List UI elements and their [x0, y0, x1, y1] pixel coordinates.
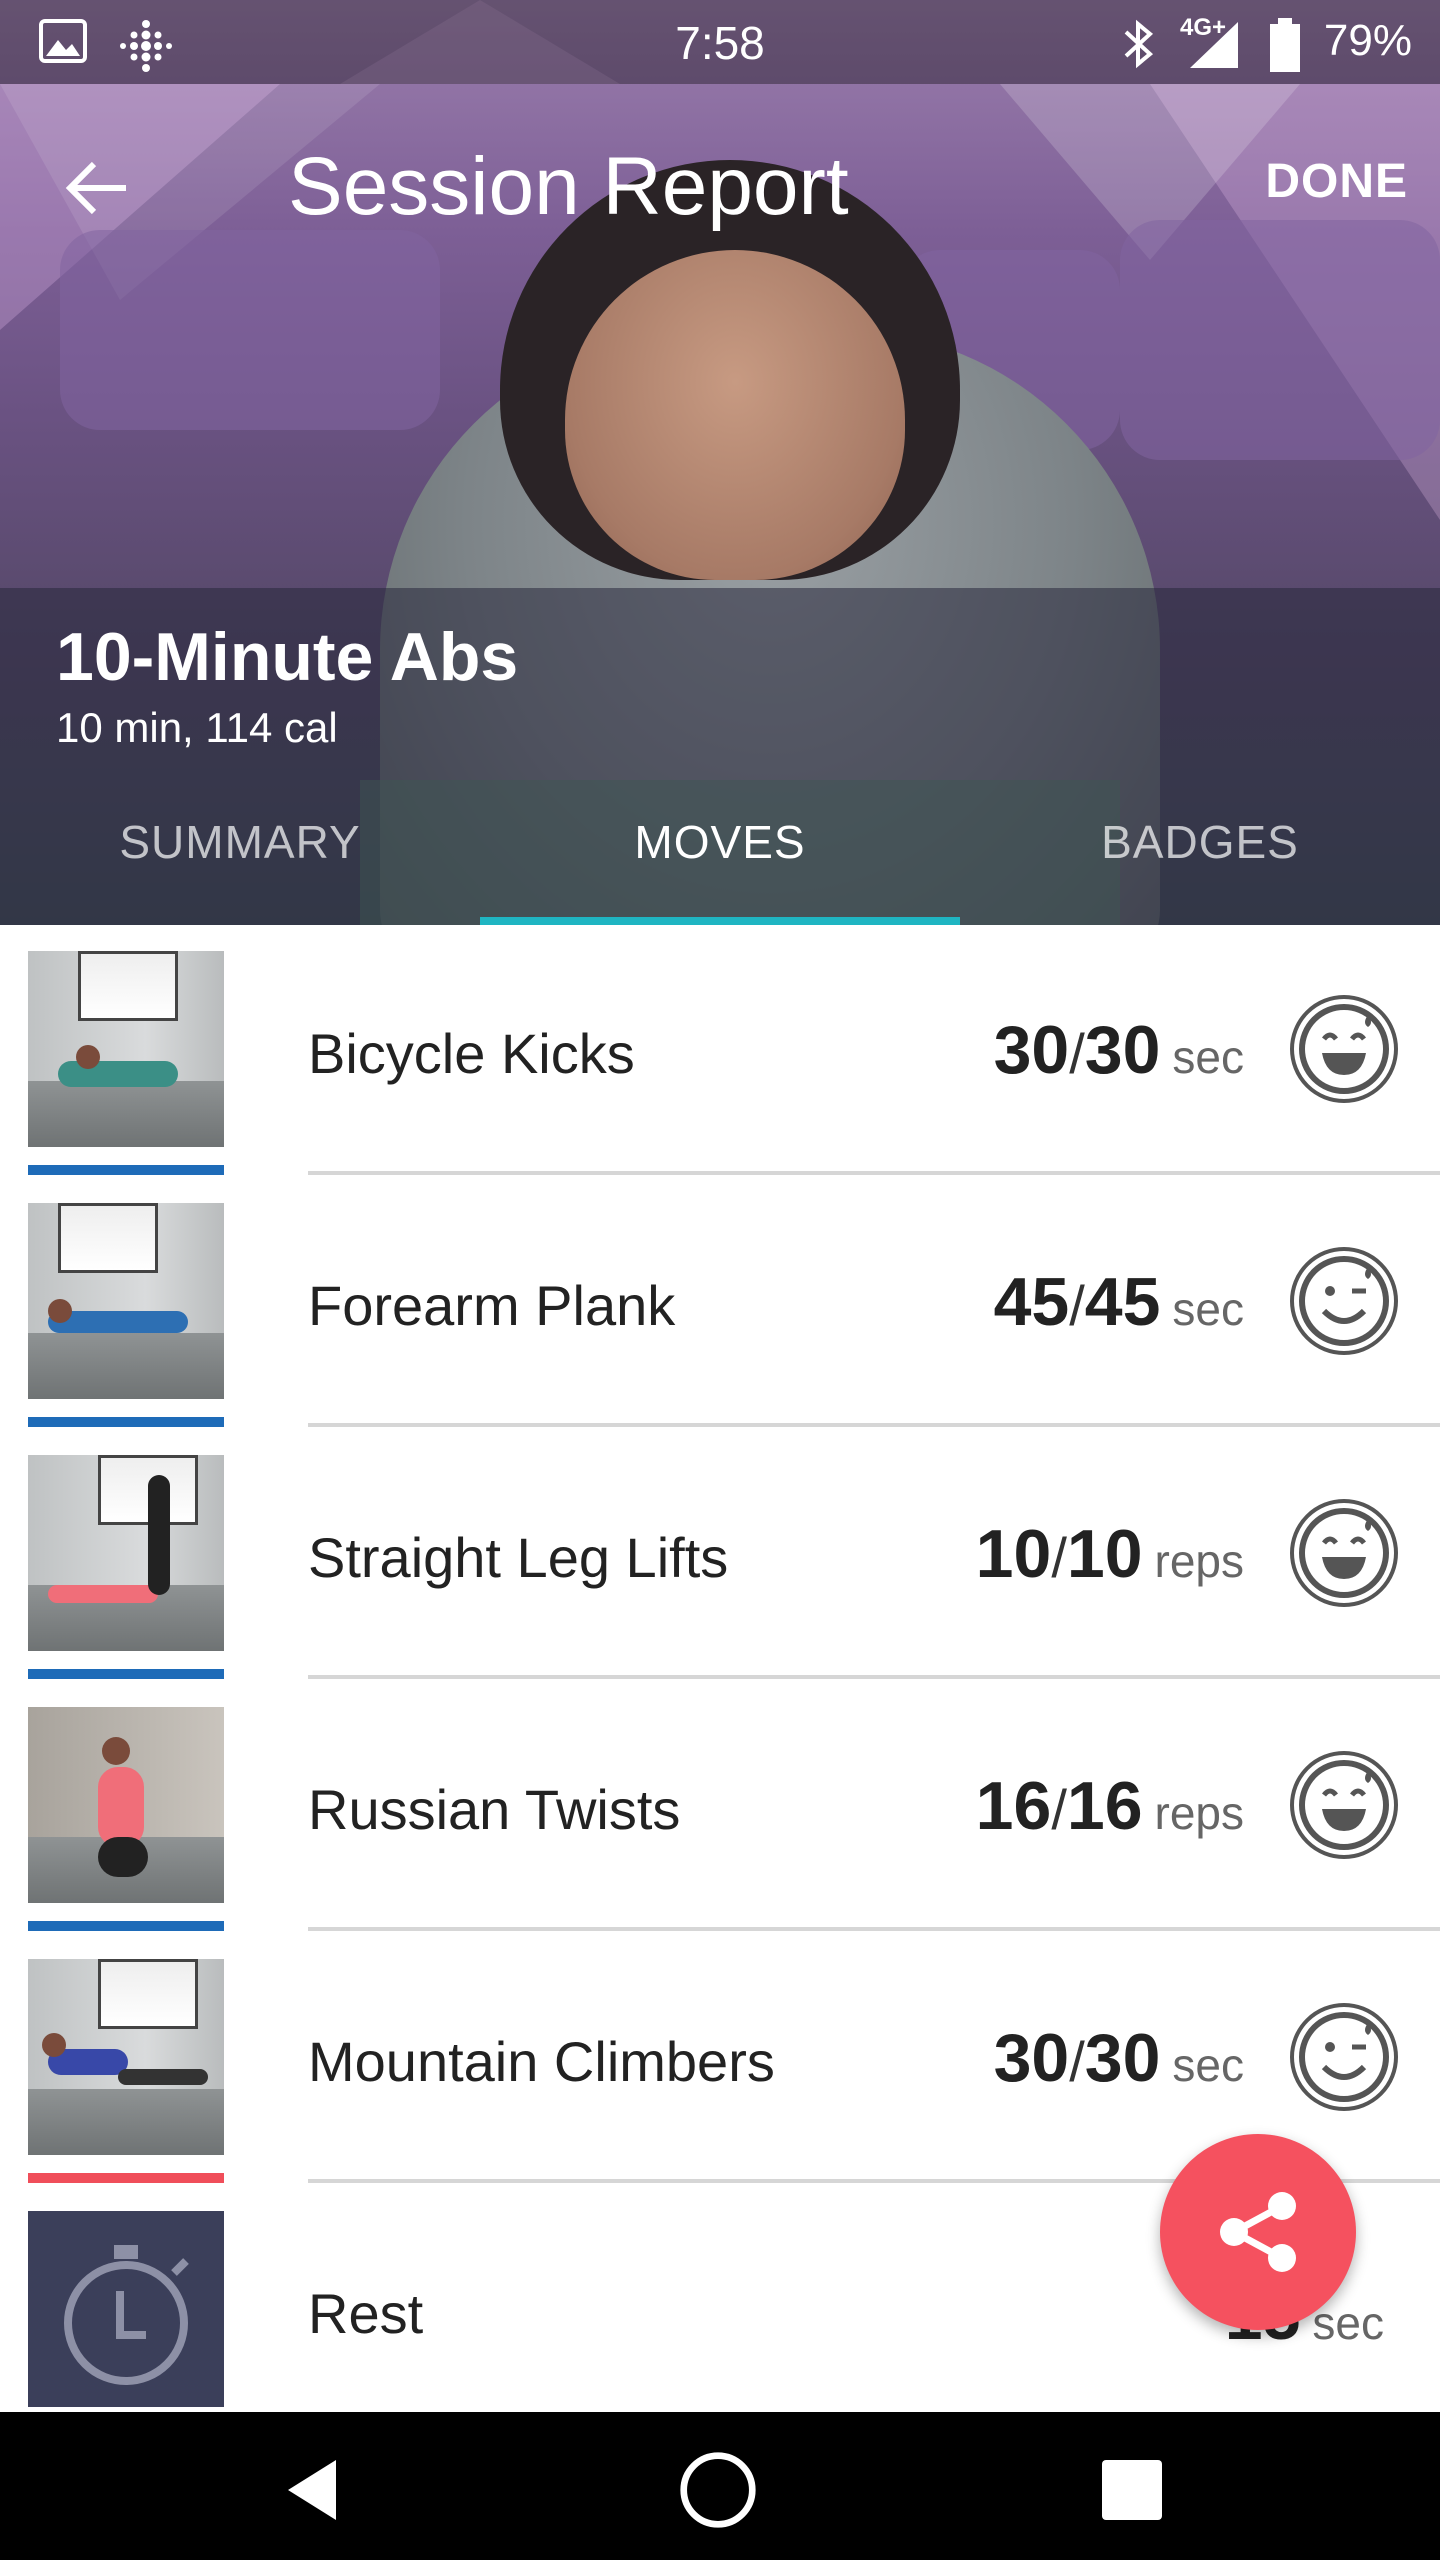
move-name: Russian Twists: [308, 1778, 681, 1841]
list-item[interactable]: Forearm Plank 45/45 sec: [0, 1177, 1440, 1429]
move-name: Forearm Plank: [308, 1274, 676, 1337]
stopwatch-icon: [64, 2245, 189, 2385]
share-button[interactable]: [1160, 2134, 1356, 2330]
move-thumbnail: [28, 951, 224, 1147]
sofa-cushion: [1120, 220, 1440, 460]
winking-face-icon[interactable]: [1288, 1245, 1400, 1357]
done-button[interactable]: DONE: [1265, 154, 1408, 209]
battery-icon: [1270, 18, 1300, 72]
divider: [308, 1171, 1440, 1175]
move-progress-bar: [28, 1165, 224, 1175]
move-name: Rest: [308, 2282, 424, 2345]
tab-summary[interactable]: SUMMARY: [0, 815, 480, 869]
tab-moves[interactable]: MOVES: [480, 815, 960, 869]
move-thumbnail: [28, 1959, 224, 2155]
back-triangle-icon[interactable]: [276, 2450, 356, 2530]
move-progress-bar: [28, 1417, 224, 1427]
status-bar: 7:58 4G+ 79%: [0, 0, 1440, 84]
tab-badges[interactable]: BADGES: [960, 815, 1440, 869]
tab-indicator: [480, 917, 960, 925]
move-thumbnail: [28, 1455, 224, 1651]
recents-square-icon[interactable]: [1092, 2450, 1172, 2530]
move-score: 45/45 sec: [993, 1264, 1244, 1340]
navigation-bar: [0, 2412, 1440, 2560]
divider: [308, 1927, 1440, 1931]
home-circle-icon[interactable]: [678, 2450, 758, 2530]
workout-subtitle: 10 min, 114 cal: [56, 704, 338, 751]
battery-percent: 79%: [1323, 16, 1412, 65]
laughing-face-icon[interactable]: [1288, 993, 1400, 1105]
move-name: Straight Leg Lifts: [308, 1526, 729, 1589]
move-thumbnail: [28, 2211, 224, 2407]
move-score: 30/30 sec: [993, 2020, 1244, 2096]
arrow-left-icon[interactable]: [60, 148, 140, 228]
move-score: 30/30 sec: [993, 1012, 1244, 1088]
move-progress-bar: [28, 1669, 224, 1679]
list-item[interactable]: Straight Leg Lifts 10/10 reps: [0, 1429, 1440, 1681]
move-progress-bar: [28, 1921, 224, 1931]
share-icon: [1220, 2192, 1296, 2272]
sofa-cushion: [60, 230, 440, 430]
laughing-face-icon[interactable]: [1288, 1497, 1400, 1609]
move-name: Bicycle Kicks: [308, 1022, 635, 1085]
move-thumbnail: [28, 1203, 224, 1399]
move-score: 16/16 reps: [975, 1768, 1244, 1844]
signal-icon: [1190, 22, 1238, 68]
page-title: Session Report: [288, 141, 849, 232]
list-item[interactable]: Russian Twists 16/16 reps: [0, 1681, 1440, 1933]
laughing-face-icon[interactable]: [1288, 1749, 1400, 1861]
move-name: Mountain Climbers: [308, 2030, 775, 2093]
winking-face-icon[interactable]: [1288, 2001, 1400, 2113]
list-item[interactable]: Bicycle Kicks 30/30 sec: [0, 925, 1440, 1177]
move-progress-bar: [28, 2173, 224, 2183]
workout-title: 10-Minute Abs: [56, 619, 519, 695]
divider: [308, 1675, 1440, 1679]
move-thumbnail: [28, 1707, 224, 1903]
hero-image: [0, 0, 1440, 925]
divider: [308, 1423, 1440, 1427]
move-score: 10/10 reps: [975, 1516, 1244, 1592]
person-face: [565, 250, 905, 580]
bluetooth-icon: [1124, 19, 1154, 69]
